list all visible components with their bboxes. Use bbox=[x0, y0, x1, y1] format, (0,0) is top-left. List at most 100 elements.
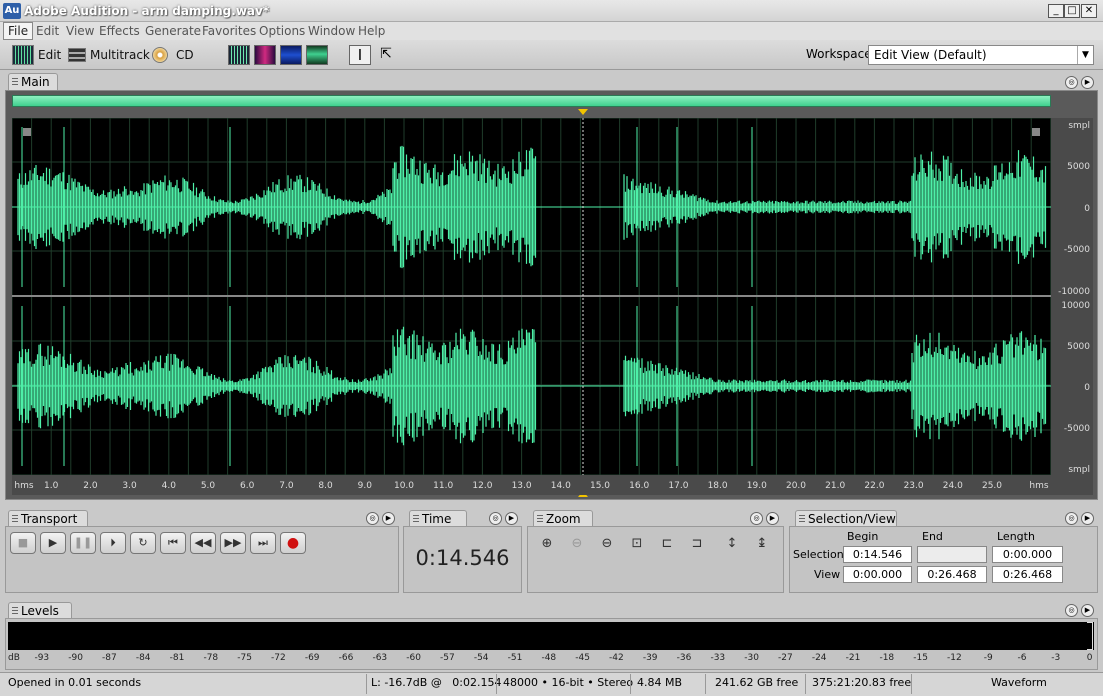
tab-levels[interactable]: Levels × bbox=[8, 602, 72, 634]
zoom-to-right-edge-icon[interactable]: ⊐ bbox=[687, 535, 707, 553]
levels-meter[interactable] bbox=[8, 622, 1094, 650]
grip-icon bbox=[12, 515, 18, 524]
phase-display-button[interactable] bbox=[306, 45, 328, 65]
fast-forward-button[interactable]: ▶▶ bbox=[220, 532, 246, 554]
go-to-end-button[interactable]: ⏭ bbox=[250, 532, 276, 554]
tab-selection-view[interactable]: Selection/View × bbox=[795, 510, 897, 542]
level-scale-label: -84 bbox=[135, 653, 151, 663]
menu-view[interactable]: View bbox=[62, 22, 98, 40]
clip-indicator[interactable] bbox=[1087, 622, 1093, 650]
minimize-button[interactable]: _ bbox=[1048, 4, 1064, 18]
amplitude-label: smpl bbox=[1068, 121, 1090, 131]
selection-length-field[interactable]: 0:00.000 bbox=[992, 546, 1063, 563]
panel-options-icon[interactable]: ◎ bbox=[1065, 512, 1078, 525]
level-scale-label: -3 bbox=[1051, 653, 1061, 663]
edit-view-button[interactable]: Edit bbox=[12, 44, 61, 66]
time-selection-tool-icon[interactable]: I bbox=[349, 45, 371, 65]
time-tick-label: 14.0 bbox=[551, 481, 571, 491]
time-tick-label: 15.0 bbox=[590, 481, 610, 491]
zoom-out-full-icon[interactable]: ⊖ bbox=[597, 535, 617, 553]
cd-icon bbox=[152, 47, 168, 63]
time-tick-label: 12.0 bbox=[472, 481, 492, 491]
menu-edit[interactable]: Edit bbox=[32, 22, 63, 40]
overview-bar[interactable] bbox=[12, 95, 1051, 107]
zoom-corner-right-icon[interactable] bbox=[1032, 128, 1040, 136]
status-divider bbox=[496, 674, 497, 694]
level-scale-label: -33 bbox=[710, 653, 726, 663]
spectral-pan-button[interactable] bbox=[280, 45, 302, 65]
waveform-display-button[interactable] bbox=[228, 45, 250, 65]
zoom-out-horizontal-icon[interactable]: ⊖ bbox=[567, 535, 587, 553]
menu-favorites[interactable]: Favorites bbox=[198, 22, 260, 40]
zoom-in-horizontal-icon[interactable]: ⊕ bbox=[537, 535, 557, 553]
panel-menu-icon[interactable]: ▶ bbox=[1081, 604, 1094, 617]
zoom-to-left-edge-icon[interactable]: ⊏ bbox=[657, 535, 677, 553]
zoom-in-vertical-icon[interactable]: ↕ bbox=[722, 535, 742, 553]
panel-menu-icon[interactable]: ▶ bbox=[1081, 76, 1094, 89]
view-end-field[interactable]: 0:26.468 bbox=[917, 566, 987, 583]
level-scale-label: -69 bbox=[304, 653, 320, 663]
panel-options-icon[interactable]: ◎ bbox=[489, 512, 502, 525]
time-tick-label: 21.0 bbox=[825, 481, 845, 491]
cd-view-button[interactable]: CD bbox=[152, 44, 194, 66]
time-tick-label: 25.0 bbox=[982, 481, 1002, 491]
status-size: 4.84 MB bbox=[637, 676, 683, 689]
panel-options-icon[interactable]: ◎ bbox=[1065, 76, 1078, 89]
time-tick-label: hms bbox=[1029, 481, 1048, 491]
amplitude-label: 0 bbox=[1084, 383, 1090, 393]
menu-help[interactable]: Help bbox=[354, 22, 389, 40]
panel-options-icon[interactable]: ◎ bbox=[366, 512, 379, 525]
menu-file[interactable]: File bbox=[3, 22, 34, 40]
selection-end-field[interactable] bbox=[917, 546, 987, 563]
panel-menu-icon[interactable]: ▶ bbox=[766, 512, 779, 525]
multitrack-view-button[interactable]: Multitrack bbox=[68, 44, 150, 66]
panel-options-icon[interactable]: ◎ bbox=[1065, 604, 1078, 617]
tab-main-label: Main bbox=[21, 75, 50, 89]
tab-main[interactable]: Main bbox=[8, 73, 58, 90]
workspace-label: Workspace: bbox=[806, 47, 876, 61]
maximize-button[interactable]: □ bbox=[1064, 4, 1080, 18]
panel-menu-icon[interactable]: ▶ bbox=[382, 512, 395, 525]
level-scale-label: -24 bbox=[811, 653, 827, 663]
waveform-display[interactable]: smpl 5000 0 -5000 -10000 10000 5000 0 -5000 smpl … bbox=[12, 118, 1093, 495]
record-button[interactable]: ● bbox=[280, 532, 306, 554]
menu-generate[interactable]: Generate bbox=[141, 22, 205, 40]
menu-options[interactable]: Options bbox=[255, 22, 309, 40]
panel-options-icon[interactable]: ◎ bbox=[750, 512, 763, 525]
time-tick-label: 13.0 bbox=[512, 481, 532, 491]
pause-button[interactable]: ❚❚ bbox=[70, 532, 96, 554]
level-scale-label: -39 bbox=[642, 653, 658, 663]
view-begin-field[interactable]: 0:00.000 bbox=[843, 566, 912, 583]
menu-effects[interactable]: Effects bbox=[95, 22, 144, 40]
spectral-display-button[interactable] bbox=[254, 45, 276, 65]
loop-button[interactable]: ↻ bbox=[130, 532, 156, 554]
tab-levels-label: Levels bbox=[21, 604, 59, 618]
amplitude-label: -10000 bbox=[1058, 287, 1090, 297]
rewind-button[interactable]: ◀◀ bbox=[190, 532, 216, 554]
level-scale-label: -87 bbox=[102, 653, 117, 663]
play-to-end-button[interactable]: ⏵ bbox=[100, 532, 126, 554]
stop-button[interactable]: ■ bbox=[10, 532, 36, 554]
view-length-field[interactable]: 0:26.468 bbox=[992, 566, 1063, 583]
play-button[interactable]: ▶ bbox=[40, 532, 66, 554]
levels-scale: dB -93 -90 -87 -84 -81 -78 -75 -72 -69 -66 -63 -60 -5… bbox=[0, 653, 1103, 667]
marquee-tool-icon[interactable]: ⇱ bbox=[375, 45, 397, 65]
panel-menu-icon[interactable]: ▶ bbox=[1081, 512, 1094, 525]
zoom-to-selection-icon[interactable]: ⊡ bbox=[627, 535, 647, 553]
tab-zoom[interactable]: Zoom × bbox=[533, 510, 593, 542]
close-button[interactable]: ✕ bbox=[1081, 4, 1097, 18]
workspace-select[interactable]: Edit View (Default) ▼ bbox=[868, 45, 1094, 65]
zoom-corner-left-icon[interactable] bbox=[23, 128, 31, 136]
panel-menu-icon[interactable]: ▶ bbox=[505, 512, 518, 525]
selection-begin-field[interactable]: 0:14.546 bbox=[843, 546, 912, 563]
tab-time-label: Time bbox=[422, 512, 452, 526]
go-to-start-button[interactable]: ⏮ bbox=[160, 532, 186, 554]
menu-window[interactable]: Window bbox=[304, 22, 359, 40]
tab-time[interactable]: Time × bbox=[409, 510, 467, 542]
time-tick-label: 5.0 bbox=[201, 481, 216, 491]
level-scale-label: -45 bbox=[575, 653, 590, 663]
playhead-top-marker[interactable] bbox=[578, 109, 588, 115]
tab-transport[interactable]: Transport × bbox=[8, 510, 88, 542]
end-column-header: End bbox=[922, 530, 943, 543]
zoom-out-vertical-icon[interactable]: ↨ bbox=[752, 535, 772, 553]
